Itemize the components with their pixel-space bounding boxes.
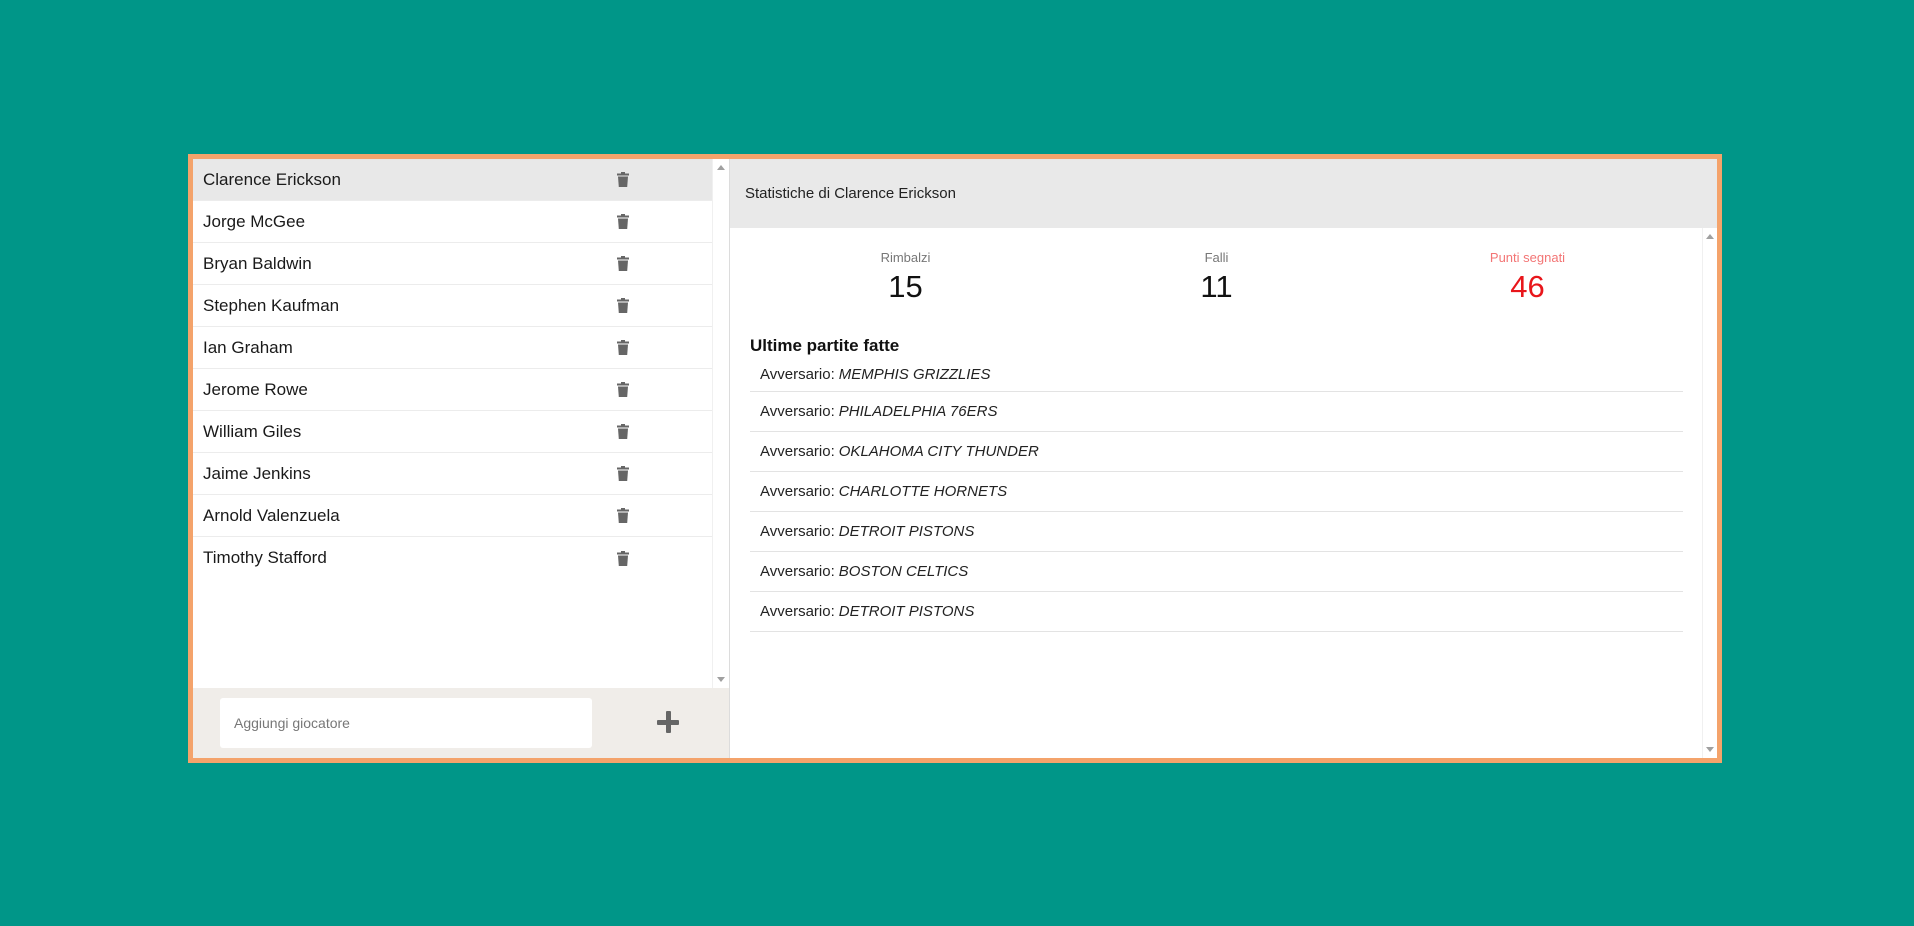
game-row: Avversario: DETROIT PISTONS <box>750 592 1683 632</box>
player-name: Bryan Baldwin <box>203 253 312 273</box>
opponent-label: Avversario: <box>760 403 835 420</box>
stat-rebounds: Rimbalzi 15 <box>750 250 1061 312</box>
opponent-label: Avversario: <box>760 563 835 580</box>
game-row: Avversario: DETROIT PISTONS <box>750 512 1683 552</box>
games-title: Ultime partite fatte <box>750 336 900 355</box>
opponent-team: MEMPHIS GRIZZLIES <box>838 366 991 383</box>
opponent-team: OKLAHOMA CITY THUNDER <box>838 443 1039 460</box>
stat-value: 15 <box>888 269 923 304</box>
trash-icon[interactable] <box>616 298 630 314</box>
player-name: William Giles <box>203 421 302 441</box>
player-row[interactable]: William Giles <box>193 411 712 453</box>
player-row[interactable]: Arnold Valenzuela <box>193 495 712 537</box>
opponent-label: Avversario: <box>760 523 835 540</box>
players-list-scrollbar[interactable] <box>712 159 729 688</box>
trash-icon[interactable] <box>616 508 630 524</box>
add-player-bar <box>193 688 729 758</box>
trash-icon[interactable] <box>616 382 630 398</box>
player-row[interactable]: Timothy Stafford <box>193 537 712 579</box>
player-row[interactable]: Clarence Erickson <box>193 159 712 201</box>
scroll-up-arrow-icon[interactable] <box>717 165 725 170</box>
players-list-container: Clarence Erickson Jorge McGee Bryan Bald… <box>193 159 729 688</box>
stat-value: 46 <box>1510 269 1545 304</box>
player-name: Jorge McGee <box>203 211 306 231</box>
opponent-team: BOSTON CELTICS <box>838 563 969 580</box>
opponent-team: CHARLOTTE HORNETS <box>838 483 1008 500</box>
opponent-label: Avversario: <box>760 366 835 383</box>
trash-icon[interactable] <box>616 172 630 188</box>
stats-content: Rimbalzi 15 Falli 11 Punti segnati 46 Ul… <box>730 228 1702 758</box>
game-row: Avversario: CHARLOTTE HORNETS <box>750 472 1683 512</box>
trash-icon[interactable] <box>616 340 630 356</box>
player-name: Timothy Stafford <box>203 548 327 567</box>
stat-label: Punti segnati <box>1489 250 1566 265</box>
stats-panel: Statistiche di Clarence Erickson Rimbalz… <box>730 159 1717 758</box>
trash-icon[interactable] <box>616 256 630 272</box>
player-name: Jerome Rowe <box>203 379 308 399</box>
opponent-team: PHILADELPHIA 76ERS <box>838 403 998 420</box>
trash-icon[interactable] <box>616 424 630 440</box>
opponent-label: Avversario: <box>760 443 835 460</box>
players-panel: Clarence Erickson Jorge McGee Bryan Bald… <box>193 159 730 758</box>
player-name: Jaime Jenkins <box>203 463 311 483</box>
trash-icon[interactable] <box>616 466 630 482</box>
player-row[interactable]: Stephen Kaufman <box>193 285 712 327</box>
opponent-label: Avversario: <box>760 483 835 500</box>
player-row[interactable]: Jorge McGee <box>193 201 712 243</box>
player-row[interactable]: Bryan Baldwin <box>193 243 712 285</box>
scroll-down-arrow-icon[interactable] <box>717 677 725 682</box>
add-player-input[interactable] <box>220 698 592 748</box>
plus-icon[interactable] <box>654 708 684 738</box>
stats-scrollbar[interactable] <box>1702 228 1717 758</box>
player-row[interactable]: Ian Graham <box>193 327 712 369</box>
game-row: Avversario: OKLAHOMA CITY THUNDER <box>750 432 1683 472</box>
stats-panel-body: Rimbalzi 15 Falli 11 Punti segnati 46 Ul… <box>730 228 1717 758</box>
scroll-up-arrow-icon[interactable] <box>1706 234 1714 239</box>
player-row[interactable]: Jaime Jenkins <box>193 453 712 495</box>
player-name: Stephen Kaufman <box>203 295 340 315</box>
stat-value: 11 <box>1200 269 1233 304</box>
stat-fouls: Falli 11 <box>1061 250 1372 312</box>
opponent-team: DETROIT PISTONS <box>838 603 975 620</box>
trash-icon[interactable] <box>616 550 630 566</box>
trash-icon[interactable] <box>616 214 630 230</box>
player-name: Ian Graham <box>203 337 293 357</box>
game-row: Avversario: BOSTON CELTICS <box>750 552 1683 592</box>
scroll-down-arrow-icon[interactable] <box>1706 747 1714 752</box>
games-list: Avversario: MEMPHIS GRIZZLIES Avversario:… <box>750 358 1683 632</box>
stats-summary: Rimbalzi 15 Falli 11 Punti segnati 46 <box>750 250 1683 312</box>
stats-panel-header: Statistiche di Clarence Erickson <box>730 159 1717 228</box>
players-list: Clarence Erickson Jorge McGee Bryan Bald… <box>193 159 712 688</box>
stat-points: Punti segnati 46 <box>1372 250 1683 312</box>
app-window: Clarence Erickson Jorge McGee Bryan Bald… <box>188 154 1722 763</box>
player-name: Clarence Erickson <box>203 169 341 189</box>
game-row: Avversario: PHILADELPHIA 76ERS <box>750 392 1683 432</box>
stat-label: Rimbalzi <box>880 250 931 265</box>
game-row: Avversario: MEMPHIS GRIZZLIES <box>750 358 1683 392</box>
player-name: Arnold Valenzuela <box>203 505 340 525</box>
player-row[interactable]: Jerome Rowe <box>193 369 712 411</box>
opponent-label: Avversario: <box>760 603 835 620</box>
stat-label: Falli <box>1204 250 1229 265</box>
opponent-team: DETROIT PISTONS <box>838 523 975 540</box>
